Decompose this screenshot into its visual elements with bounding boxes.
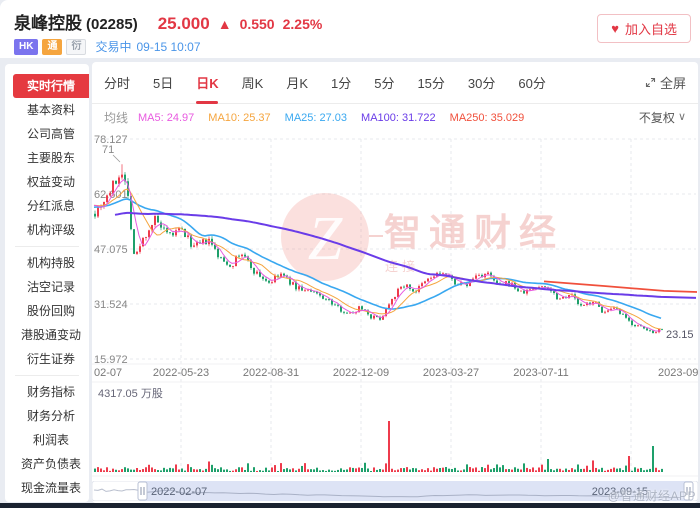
period-tabs: 分时 5日日K 周K 月K 1分 5分 15分 30分 60分 [104,62,645,104]
market-badges: HK通衍 [14,39,86,55]
corner-watermark: @智通财经APP [608,487,696,504]
expand-icon [645,77,656,88]
svg-text:2022-05-23: 2022-05-23 [153,367,209,379]
market-badge: 通 [42,39,62,55]
svg-text:4317.05 万股: 4317.05 万股 [98,387,163,400]
ma-legend-item: MA10: 25.37 [208,112,270,124]
tab-period[interactable]: 1分 [331,62,351,104]
svg-text:71: 71 [102,144,114,156]
stock-code: (02285) [86,16,138,33]
tab-period[interactable]: 5分 [374,62,394,104]
candlestick-chart[interactable]: 78.12762.60147.07531.52415.972Z智通财经连接431… [92,131,698,479]
price-change: 0.550 [240,16,275,32]
sidebar-divider [15,246,79,247]
market-badge: 衍 [66,39,86,55]
svg-text:02-07: 02-07 [94,367,122,379]
header: 泉峰控股 (02285) 25.000 ▲ 0.550 2.25% HK通衍 交… [0,0,700,58]
tab-period[interactable]: 周K [242,62,264,104]
svg-text:47.075: 47.075 [94,244,128,256]
ma-legend-row: 均线 MA5: 24.97 MA10: 25.37 MA25: 27.03 MA100… [92,104,698,131]
tab-period[interactable]: 30分 [468,62,495,104]
svg-text:2023-09-15: 2023-09-15 [658,367,698,379]
svg-text:23.15: 23.15 [666,329,694,341]
tab-period[interactable]: 月K [286,62,308,104]
tab-period[interactable]: 15分 [417,62,444,104]
svg-text:2022-02-07: 2022-02-07 [151,486,207,498]
sidebar-item[interactable]: 财务指标 [13,380,89,404]
sidebar-item[interactable]: 机构持股 [13,251,89,275]
sidebar-item[interactable]: 财务分析 [13,404,89,428]
sidebar-item[interactable]: 公司高管 [13,122,89,146]
sidebar-item[interactable]: 现金流量表 [13,476,89,500]
chart-panel: 分时 5日日K 周K 月K 1分 5分 15分 30分 60分 全屏 均线 MA5: 24.97… [92,62,698,503]
bottom-bar [0,503,700,508]
sidebar-divider [15,375,79,376]
adjust-type-label: 不复权 [639,109,675,126]
up-arrow-icon: ▲ [218,16,232,32]
sidebar: 实时行情基本资料公司高管主要股东权益变动分红派息机构评级机构持股沽空记录股份回购… [5,64,89,502]
tab-period[interactable]: 日K [196,62,218,104]
range-navigator-strip: 2022-02-072023-09-15 @智通财经APP [92,481,698,501]
market-badge: HK [14,39,38,55]
ma-legend-items: MA5: 24.97 MA10: 25.37 MA25: 27.03 MA100: 3… [138,112,538,124]
sidebar-item[interactable]: 主要股东 [13,146,89,170]
sidebar-item[interactable]: 股份回购 [13,299,89,323]
svg-text:2023-07-11: 2023-07-11 [513,367,568,379]
add-watchlist-button[interactable]: ♥ 加入自选 [597,14,691,43]
current-price: 25.000 [158,14,210,34]
sidebar-item[interactable]: 衍生证券 [13,347,89,371]
svg-text:智通财经: 智通财经 [384,212,564,253]
sidebar-item[interactable]: 机构评级 [13,218,89,242]
sidebar-item[interactable]: 资产负债表 [13,452,89,476]
sidebar-item[interactable]: 沽空记录 [13,275,89,299]
period-tabs-row: 分时 5日日K 周K 月K 1分 5分 15分 30分 60分 全屏 [92,62,698,104]
trading-time: 09-15 10:07 [136,40,200,54]
ma-legend-item: MA250: 35.029 [450,112,525,124]
sidebar-item[interactable]: 分红派息 [13,194,89,218]
sidebar-item[interactable]: 实时行情 [13,74,89,98]
sidebar-item[interactable]: 基本资料 [13,98,89,122]
sidebar-item[interactable]: 权益变动 [13,170,89,194]
sidebar-item[interactable]: 港股通变动 [13,323,89,347]
svg-text:31.524: 31.524 [94,299,128,311]
tab-period[interactable]: 60分 [518,62,545,104]
adjust-type-dropdown[interactable]: 不复权 ∨ [639,109,686,126]
svg-text:2023-03-27: 2023-03-27 [423,367,479,379]
stock-name: 泉峰控股 [14,9,82,34]
chevron-down-icon: ∨ [678,110,686,123]
svg-text:2022-12-09: 2022-12-09 [333,367,389,379]
ma-legend-item: MA25: 27.03 [285,112,347,124]
add-watchlist-label: 加入自选 [625,19,677,38]
tab-period[interactable]: 5日 [153,62,173,104]
fullscreen-label: 全屏 [660,73,686,92]
ma-legend-title: 均线 [104,109,128,126]
ma-legend-item: MA5: 24.97 [138,112,194,124]
price-change-pct: 2.25% [283,16,323,32]
svg-text:2022-08-31: 2022-08-31 [243,367,299,379]
sidebar-item[interactable]: 利润表 [13,428,89,452]
fullscreen-button[interactable]: 全屏 [645,73,686,92]
trading-status: 交易中 [95,38,131,55]
tab-period[interactable]: 分时 [104,62,130,104]
ma-legend-item: MA100: 31.722 [361,112,436,124]
svg-text:15.972: 15.972 [94,354,128,366]
heart-icon: ♥ [611,21,619,36]
